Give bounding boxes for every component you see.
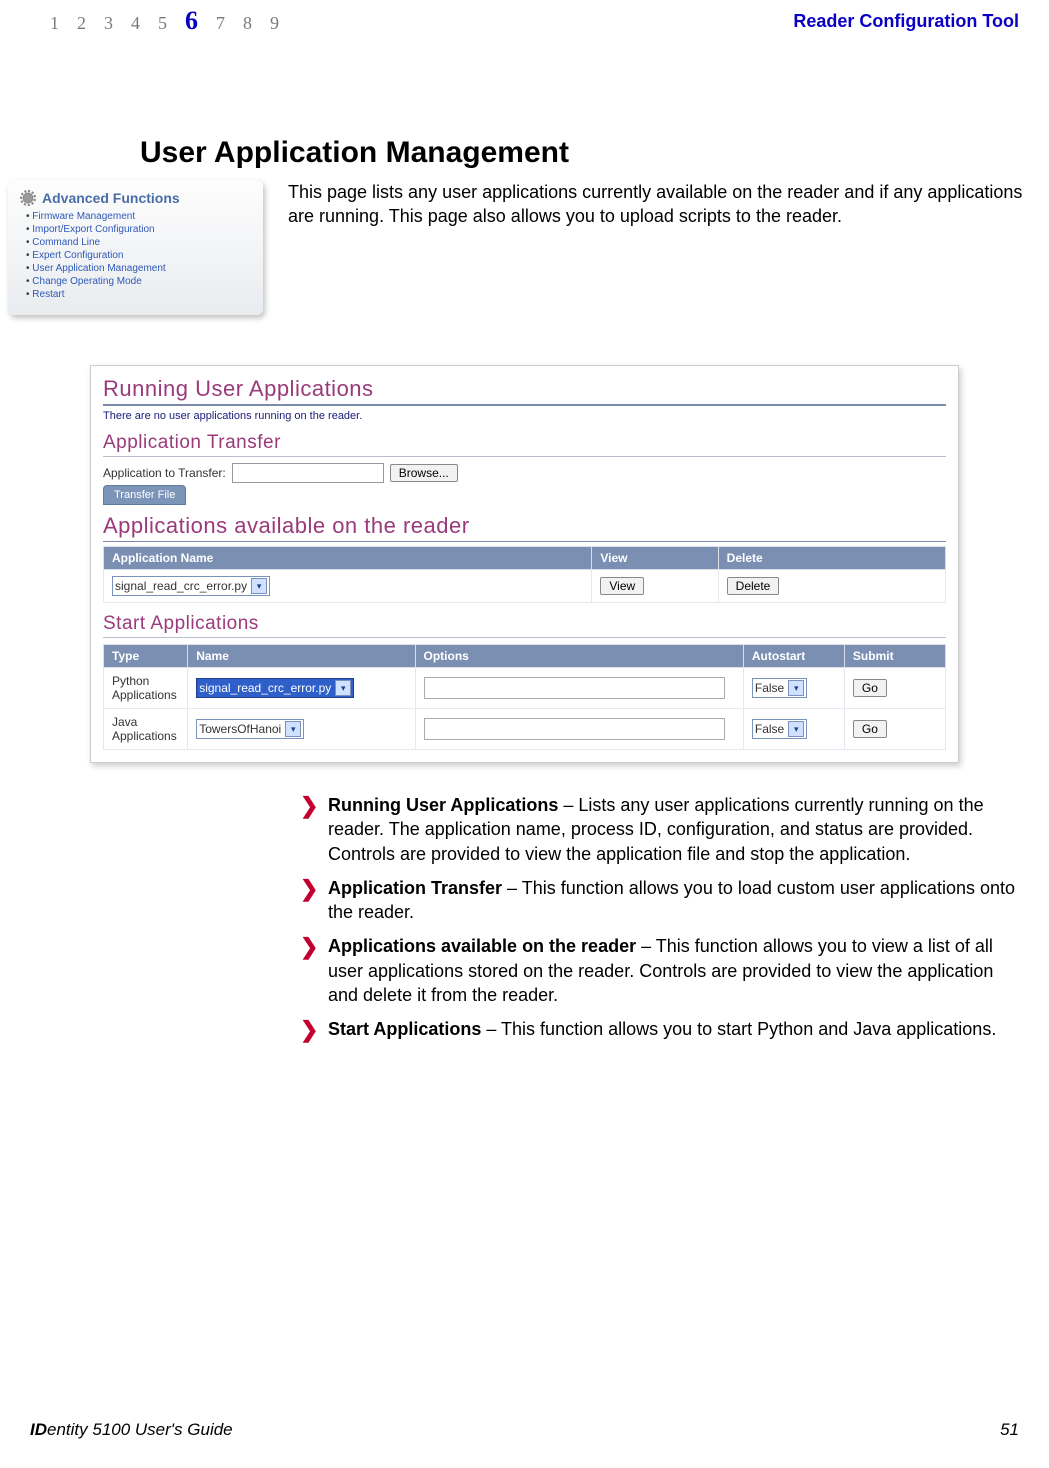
chapter-link-8[interactable]: 8 xyxy=(243,13,252,34)
col-submit: Submit xyxy=(844,645,945,668)
sidebar-item[interactable]: Firmware Management xyxy=(26,210,251,223)
sidebar-item[interactable]: Import/Export Configuration xyxy=(26,223,251,236)
transfer-title: Application Transfer xyxy=(103,432,946,457)
chapter-nav: 1 2 3 4 5 6 7 8 9 xyxy=(50,6,279,36)
advanced-functions-title: Advanced Functions xyxy=(42,190,180,206)
dropdown-value: TowersOfHanoi xyxy=(199,722,281,736)
col-options: Options xyxy=(415,645,743,668)
bullet-body: – This function allows you to start Pyth… xyxy=(481,1019,996,1039)
bullet-arrow-icon: ❯ xyxy=(300,795,328,866)
chapter-link-9[interactable]: 9 xyxy=(270,13,279,34)
footer-id-mid: entity xyxy=(47,1420,88,1439)
transfer-file-input[interactable] xyxy=(232,463,384,483)
python-options-input[interactable] xyxy=(424,677,726,699)
running-apps-msg: There are no user applications running o… xyxy=(103,410,946,422)
dropdown-value: False xyxy=(755,722,784,736)
advanced-functions-panel: Advanced Functions Firmware Management I… xyxy=(8,180,263,315)
page-number: 51 xyxy=(1000,1420,1019,1440)
page-footer: IDentity 5100 User's Guide 51 xyxy=(30,1420,1019,1440)
config-panel: Running User Applications There are no u… xyxy=(90,365,959,763)
sidebar-item[interactable]: Restart xyxy=(26,288,251,301)
browse-button[interactable]: Browse... xyxy=(390,464,458,482)
start-apps-title: Start Applications xyxy=(103,613,946,638)
bullet-title: Applications available on the reader xyxy=(328,936,636,956)
sidebar-item[interactable]: Expert Configuration xyxy=(26,249,251,262)
chevron-down-icon: ▾ xyxy=(335,680,351,696)
chapter-link-6[interactable]: 6 xyxy=(185,6,198,36)
app-name-dropdown[interactable]: signal_read_crc_error.py ▾ xyxy=(112,576,270,596)
dropdown-value: False xyxy=(755,681,784,695)
go-button[interactable]: Go xyxy=(853,679,887,697)
description-list: ❯ Running User Applications – Lists any … xyxy=(300,793,1019,1042)
java-app-dropdown[interactable]: TowersOfHanoi ▾ xyxy=(196,719,304,739)
col-name: Name xyxy=(188,645,415,668)
col-delete: Delete xyxy=(718,547,945,570)
section-heading: User Application Management xyxy=(140,136,1049,170)
page-header-title: Reader Configuration Tool xyxy=(793,11,1029,32)
col-type: Type xyxy=(104,645,188,668)
gear-icon xyxy=(20,190,36,206)
chapter-link-5[interactable]: 5 xyxy=(158,13,167,34)
chapter-link-7[interactable]: 7 xyxy=(216,13,225,34)
footer-id-prefix: ID xyxy=(30,1420,47,1439)
bullet-title: Start Applications xyxy=(328,1019,481,1039)
go-button[interactable]: Go xyxy=(853,720,887,738)
app-type: Java Applications xyxy=(104,709,188,750)
start-apps-table: Type Name Options Autostart Submit Pytho… xyxy=(103,644,946,750)
bullet-arrow-icon: ❯ xyxy=(300,936,328,1007)
col-view: View xyxy=(592,547,718,570)
col-app-name: Application Name xyxy=(104,547,592,570)
dropdown-value: signal_read_crc_error.py xyxy=(199,681,331,695)
bullet-arrow-icon: ❯ xyxy=(300,1019,328,1041)
delete-button[interactable]: Delete xyxy=(727,577,780,595)
chevron-down-icon: ▾ xyxy=(285,721,301,737)
chapter-link-4[interactable]: 4 xyxy=(131,13,140,34)
chapter-link-3[interactable]: 3 xyxy=(104,13,113,34)
table-row: signal_read_crc_error.py ▾ View Delete xyxy=(104,570,946,603)
bullet-arrow-icon: ❯ xyxy=(300,878,328,925)
chevron-down-icon: ▾ xyxy=(788,680,804,696)
intro-paragraph: This page lists any user applications cu… xyxy=(288,180,1049,229)
available-title: Applications available on the reader xyxy=(103,513,946,542)
col-autostart: Autostart xyxy=(743,645,844,668)
python-app-dropdown[interactable]: signal_read_crc_error.py ▾ xyxy=(196,678,354,698)
bullet-title: Application Transfer xyxy=(328,878,502,898)
table-row: Python Applications signal_read_crc_erro… xyxy=(104,668,946,709)
running-apps-title: Running User Applications xyxy=(103,376,946,406)
chapter-link-2[interactable]: 2 xyxy=(77,13,86,34)
java-options-input[interactable] xyxy=(424,718,726,740)
available-apps-table: Application Name View Delete signal_read… xyxy=(103,546,946,603)
chevron-down-icon: ▾ xyxy=(251,578,267,594)
view-button[interactable]: View xyxy=(600,577,644,595)
transfer-file-button[interactable]: Transfer File xyxy=(103,485,186,505)
sidebar-item[interactable]: Command Line xyxy=(26,236,251,249)
bullet-title: Running User Applications xyxy=(328,795,558,815)
app-type: Python Applications xyxy=(104,668,188,709)
chapter-link-1[interactable]: 1 xyxy=(50,13,59,34)
java-autostart-dropdown[interactable]: False ▾ xyxy=(752,719,807,739)
python-autostart-dropdown[interactable]: False ▾ xyxy=(752,678,807,698)
chevron-down-icon: ▾ xyxy=(788,721,804,737)
sidebar-item[interactable]: Change Operating Mode xyxy=(26,275,251,288)
table-row: Java Applications TowersOfHanoi ▾ False … xyxy=(104,709,946,750)
footer-id-rest: 5100 User's Guide xyxy=(88,1420,233,1439)
app-name-value: signal_read_crc_error.py xyxy=(115,579,247,593)
sidebar-item[interactable]: User Application Management xyxy=(26,262,251,275)
transfer-label: Application to Transfer: xyxy=(103,466,226,480)
